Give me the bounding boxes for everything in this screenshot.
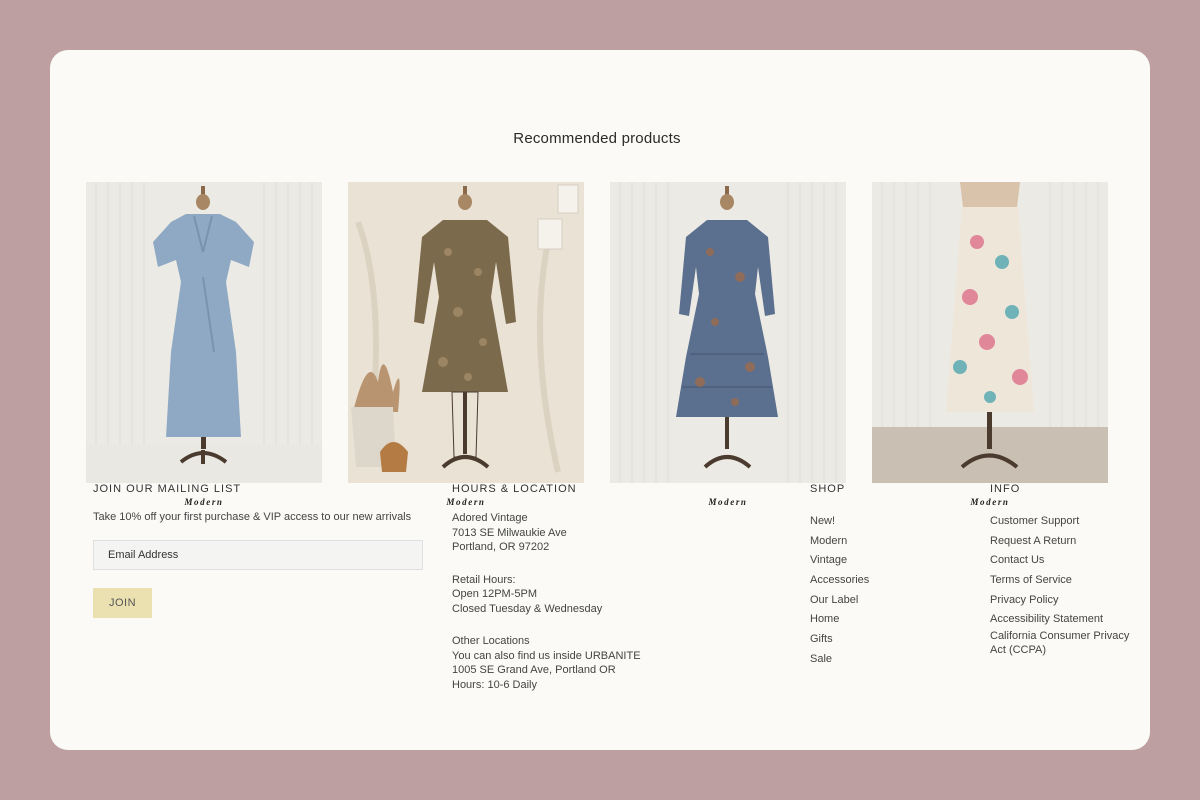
shop-link-accessories[interactable]: Accessories: [810, 574, 869, 586]
shop-link-new[interactable]: New!: [810, 515, 835, 527]
shop-link-gifts[interactable]: Gifts: [810, 633, 833, 645]
address-line: Adored Vintage: [452, 512, 528, 524]
address-line: Portland, OR 97202: [452, 541, 550, 553]
email-field[interactable]: [93, 540, 423, 570]
mailing-heading: JOIN OUR MAILING LIST: [93, 483, 242, 495]
product-card[interactable]: Modern: [610, 182, 846, 507]
shop-link-modern[interactable]: Modern: [810, 535, 847, 547]
info-heading: INFO: [990, 483, 1021, 495]
location-line: Other Locations: [452, 635, 530, 647]
mailing-list-section: JOIN OUR MAILING LIST Take 10% off your …: [93, 483, 423, 618]
location-line: Hours: 10-6 Daily: [452, 678, 537, 691]
hours-heading: HOURS & LOCATION: [452, 483, 577, 495]
info-link-contact-us[interactable]: Contact Us: [990, 554, 1044, 566]
page-card: Recommended products Modern Modern Moder…: [50, 50, 1150, 750]
product-image[interactable]: [610, 182, 846, 483]
recommended-title: Recommended products: [513, 130, 681, 147]
info-section: INFO Customer Support Request A Return C…: [990, 483, 1140, 657]
shop-links: New! Modern Vintage Accessories Our Labe…: [810, 514, 869, 672]
product-card[interactable]: Modern: [348, 182, 584, 507]
address-line: 7013 SE Milwaukie Ave: [452, 526, 567, 539]
shop-section: SHOP New! Modern Vintage Accessories Our…: [810, 483, 869, 672]
other-locations: Other Locations You can also find us ins…: [452, 634, 641, 692]
store-address: Adored Vintage 7013 SE Milwaukie Ave Por…: [452, 511, 641, 555]
shop-link-home[interactable]: Home: [810, 613, 839, 625]
product-image[interactable]: [872, 182, 1108, 483]
info-link-customer-support[interactable]: Customer Support: [990, 515, 1079, 527]
info-link-terms[interactable]: Terms of Service: [990, 574, 1072, 586]
shop-link-vintage[interactable]: Vintage: [810, 554, 847, 566]
join-button[interactable]: JOIN: [93, 588, 152, 618]
hours-line: Retail Hours:: [452, 573, 516, 586]
product-image[interactable]: [348, 182, 584, 483]
info-links: Customer Support Request A Return Contac…: [990, 514, 1140, 657]
location-line: You can also find us inside URBANITE: [452, 649, 641, 662]
hours-location-section: HOURS & LOCATION Adored Vintage 7013 SE …: [452, 483, 641, 692]
mailing-blurb: Take 10% off your first purchase & VIP a…: [93, 511, 412, 523]
info-link-request-return[interactable]: Request A Return: [990, 535, 1076, 547]
shop-heading: SHOP: [810, 483, 846, 495]
info-link-ccpa[interactable]: California Consumer Privacy Act (CCPA): [990, 630, 1129, 656]
hours-line: Open 12PM-5PM: [452, 588, 537, 600]
hours-line: Closed Tuesday & Wednesday: [452, 602, 603, 615]
retail-hours: Retail Hours: Open 12PM-5PM Closed Tuesd…: [452, 573, 641, 617]
product-image[interactable]: [86, 182, 322, 483]
shop-link-our-label[interactable]: Our Label: [810, 594, 858, 606]
shop-link-sale[interactable]: Sale: [810, 653, 832, 665]
location-line: 1005 SE Grand Ave, Portland OR: [452, 664, 616, 676]
info-link-privacy[interactable]: Privacy Policy: [990, 594, 1058, 606]
product-card[interactable]: Modern: [86, 182, 322, 507]
product-card[interactable]: Modern: [872, 182, 1108, 507]
info-link-accessibility[interactable]: Accessibility Statement: [990, 613, 1103, 625]
